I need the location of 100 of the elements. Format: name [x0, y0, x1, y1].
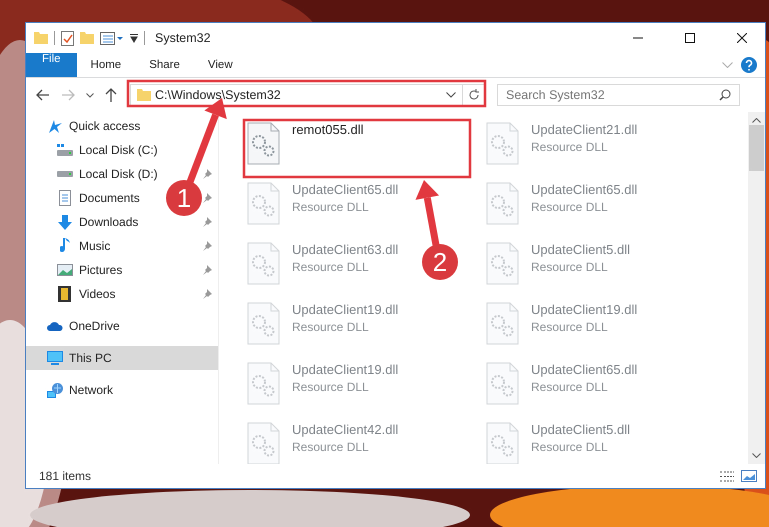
file-name[interactable]: UpdateClient65.dll — [292, 182, 398, 197]
scroll-down-icon[interactable] — [752, 453, 761, 458]
nav-item[interactable]: OneDrive — [69, 319, 120, 333]
folder-icon[interactable] — [34, 32, 48, 44]
nav-item[interactable]: Downloads — [79, 215, 138, 229]
address-bar[interactable]: C:\Windows\System32 — [130, 84, 485, 106]
file-type: Resource DLL — [531, 200, 609, 214]
scrollbar[interactable] — [748, 112, 765, 464]
file-name[interactable]: UpdateClient21.dll — [531, 122, 638, 137]
back-button[interactable] — [36, 89, 50, 101]
dll-file-icon[interactable] — [247, 302, 280, 345]
music-note-icon — [60, 238, 70, 254]
nav-item[interactable]: Local Disk (D:) — [79, 167, 158, 181]
dll-file-icon[interactable] — [486, 182, 519, 225]
file-name[interactable]: remot055.dll — [292, 122, 364, 137]
globe-computer-icon — [46, 382, 62, 398]
file-name[interactable]: UpdateClient63.dll — [292, 242, 398, 257]
help-icon[interactable] — [741, 57, 757, 73]
monitor-icon — [46, 351, 62, 365]
minimize-icon — [633, 37, 643, 39]
large-icons-view-icon[interactable] — [741, 470, 757, 482]
nav-item[interactable]: Quick access — [69, 119, 140, 133]
details-view-icon[interactable] — [719, 470, 735, 482]
maximize-icon — [685, 33, 695, 43]
file-name[interactable]: UpdateClient42.dll — [292, 422, 398, 437]
film-icon — [58, 286, 71, 302]
pin-icon[interactable] — [202, 241, 212, 251]
cloud-icon — [46, 321, 62, 331]
dll-file-icon[interactable] — [486, 122, 519, 165]
pin-icon[interactable] — [202, 265, 212, 275]
document-icon — [58, 190, 70, 206]
dll-file-icon[interactable] — [247, 122, 280, 165]
file-type: Resource DLL — [292, 440, 370, 454]
dll-file-icon[interactable] — [247, 182, 280, 225]
file-name[interactable]: UpdateClient19.dll — [292, 302, 398, 317]
nav-item[interactable]: Local Disk (C:) — [79, 143, 158, 157]
file-type: Resource DLL — [531, 320, 609, 334]
properties-icon[interactable] — [61, 30, 74, 46]
file-name[interactable]: UpdateClient5.dll — [531, 242, 630, 257]
scrollbar-thumb[interactable] — [749, 125, 764, 171]
dropdown-icon[interactable] — [446, 92, 456, 98]
ribbon-tab[interactable]: Share — [135, 53, 194, 77]
file-name[interactable]: UpdateClient19.dll — [531, 302, 638, 317]
dll-file-icon[interactable] — [486, 362, 519, 405]
search-bar[interactable]: Search System32 — [497, 84, 740, 106]
file-type: Resource DLL — [292, 200, 370, 214]
nav-item[interactable]: Pictures — [79, 263, 122, 277]
new-folder-icon[interactable] — [80, 32, 94, 44]
download-icon — [58, 214, 72, 230]
customize-icon[interactable] — [130, 34, 138, 42]
file-type: Resource DLL — [531, 440, 609, 454]
dll-file-icon[interactable] — [486, 422, 519, 464]
step-badge: 1 — [166, 180, 202, 216]
nav-item[interactable]: This PC — [26, 346, 218, 370]
dll-file-icon[interactable] — [247, 362, 280, 405]
dll-file-icon[interactable] — [247, 242, 280, 285]
pin-icon[interactable] — [202, 169, 212, 179]
file-type: Resource DLL — [531, 380, 609, 394]
view-options-icon[interactable] — [100, 32, 124, 44]
star-icon — [48, 119, 62, 133]
search-field[interactable]: Search System32 — [506, 88, 711, 102]
forward-arrow-icon — [61, 89, 75, 101]
nav-item[interactable]: Music — [79, 239, 110, 253]
up-button[interactable] — [105, 88, 117, 102]
file-name[interactable]: UpdateClient65.dll — [531, 182, 638, 197]
chevron-down-icon — [86, 92, 94, 98]
file-type: Resource DLL — [531, 260, 609, 274]
drive-icon — [56, 144, 72, 156]
file-name[interactable]: UpdateClient19.dll — [292, 362, 398, 377]
file-type: Resource DLL — [292, 260, 370, 274]
file-type: Resource DLL — [531, 140, 609, 154]
pin-icon[interactable] — [202, 217, 212, 227]
drive-icon — [56, 171, 72, 177]
recent-locations-button[interactable] — [86, 92, 94, 98]
refresh-icon — [468, 89, 480, 101]
file-menu-button[interactable]: File — [26, 53, 77, 77]
file-name[interactable]: UpdateClient5.dll — [531, 422, 630, 437]
file-name[interactable]: UpdateClient65.dll — [531, 362, 638, 377]
search-icon[interactable] — [719, 89, 731, 101]
arrow — [415, 180, 440, 246]
ribbon-tab[interactable]: View — [194, 53, 247, 77]
expand-ribbon-icon[interactable] — [722, 62, 733, 68]
ribbon-tab[interactable]: Home — [76, 53, 136, 77]
forward-button[interactable] — [61, 89, 75, 101]
image-icon — [56, 264, 72, 276]
back-arrow-icon — [36, 89, 50, 101]
close-icon — [737, 33, 747, 43]
pin-icon[interactable] — [202, 289, 212, 299]
window-title: System32 — [155, 31, 212, 45]
dll-file-icon[interactable] — [247, 422, 280, 464]
nav-item[interactable]: Videos — [79, 287, 116, 301]
up-arrow-icon — [105, 88, 117, 102]
step-badge: 2 — [422, 244, 458, 280]
address-field[interactable]: C:\Windows\System32 — [155, 88, 442, 102]
pin-icon[interactable] — [202, 193, 212, 203]
nav-item[interactable]: Network — [69, 383, 114, 397]
scroll-up-icon[interactable] — [752, 118, 761, 123]
dll-file-icon[interactable] — [486, 242, 519, 285]
dll-file-icon[interactable] — [486, 302, 519, 345]
nav-item[interactable]: Documents — [79, 191, 140, 205]
